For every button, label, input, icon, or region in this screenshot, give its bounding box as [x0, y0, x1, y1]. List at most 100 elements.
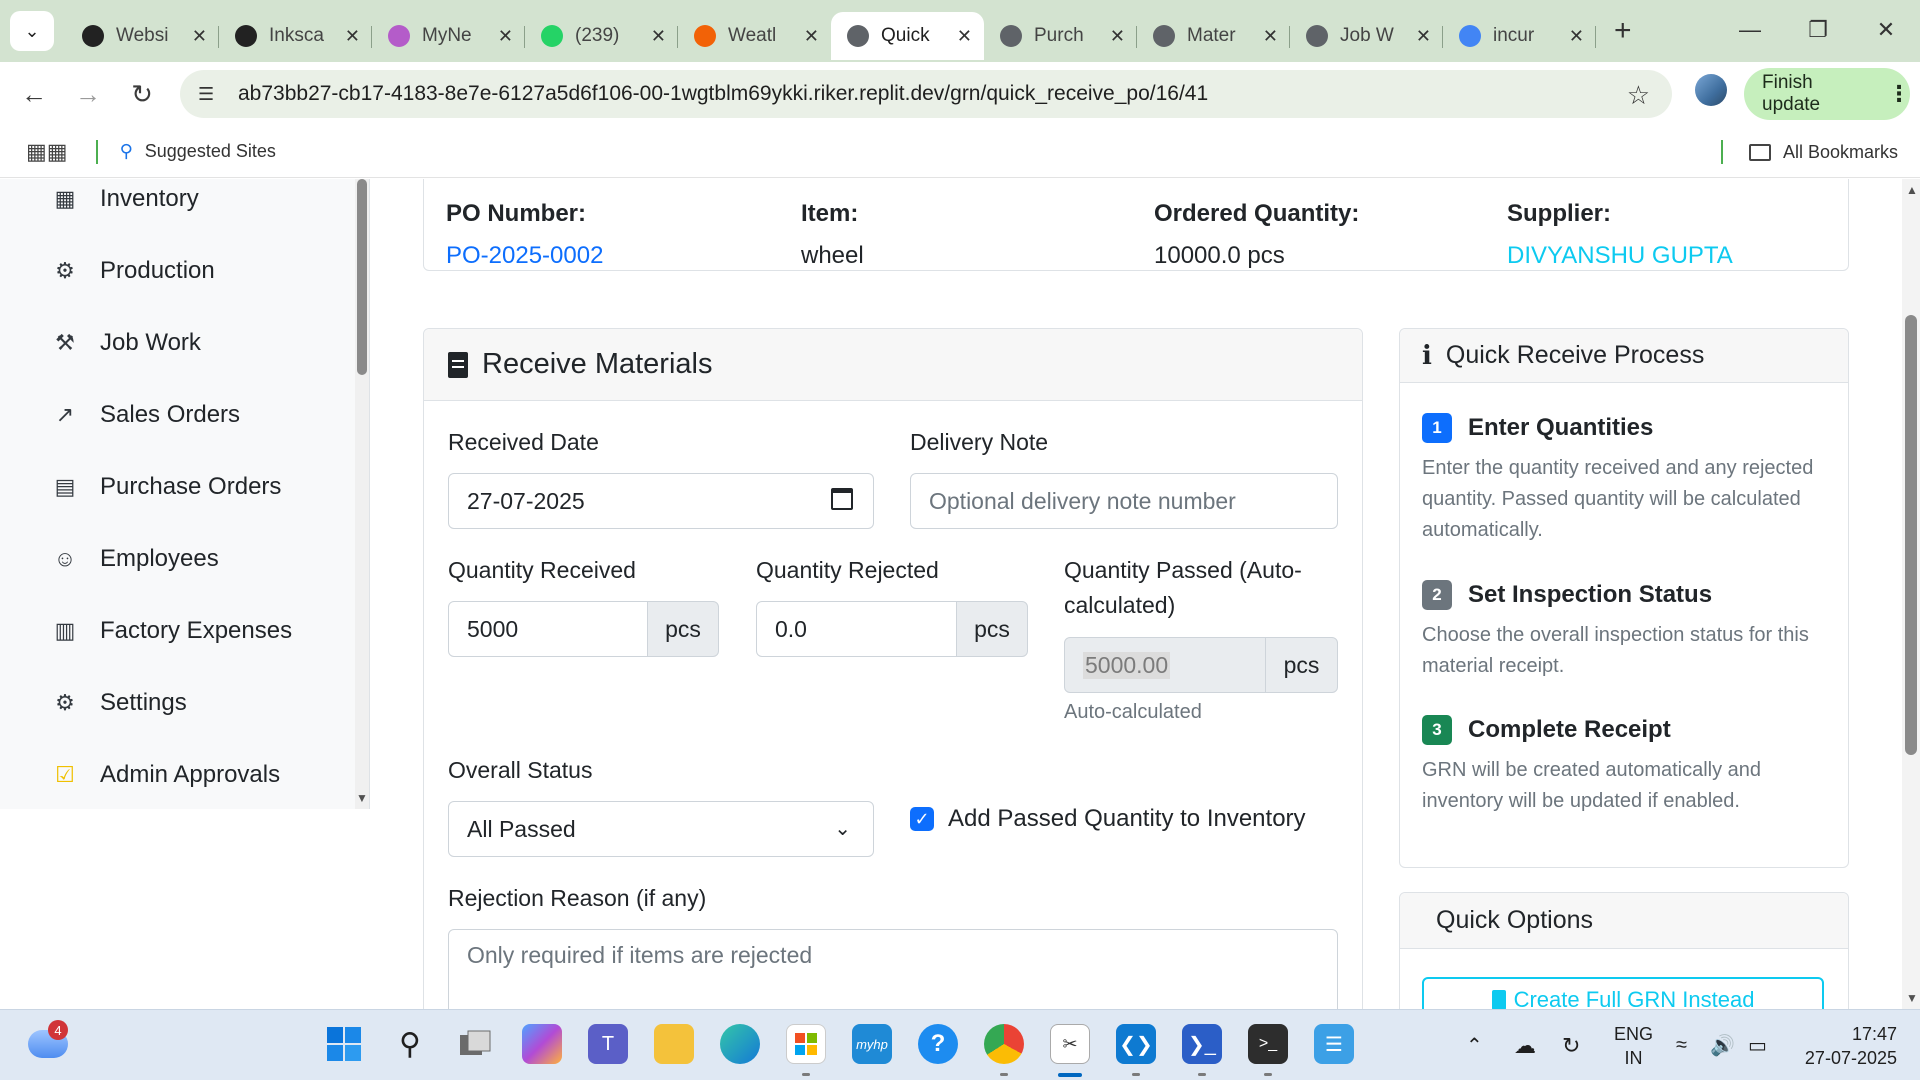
sidebar-scroll-thumb[interactable] [357, 179, 367, 375]
add-inventory-label[interactable]: Add Passed Quantity to Inventory [948, 805, 1306, 833]
scroll-down-arrow-icon[interactable]: ▼ [356, 791, 368, 805]
close-tab-icon[interactable]: ✕ [1416, 26, 1431, 47]
po-qty-field: Ordered Quantity: 10000.0 pcs [1154, 200, 1359, 270]
received-date-input[interactable]: 27-07-2025 [448, 473, 874, 529]
bookmark-star-icon[interactable]: ☆ [1627, 80, 1650, 111]
forward-button[interactable]: → [68, 74, 108, 114]
address-bar[interactable]: ☰ ab73bb27-cb17-4183-8e7e-6127a5d6f106-0… [180, 70, 1672, 118]
microsoft-store-icon[interactable] [786, 1024, 826, 1064]
sidebar-item-purchase-orders[interactable]: ▤ Purchase Orders [50, 467, 282, 507]
sidebar-item-employees[interactable]: ☺ Employees [50, 539, 219, 579]
copilot-icon[interactable] [522, 1024, 562, 1064]
terminal-icon[interactable]: >_ [1248, 1024, 1288, 1064]
po-supplier-link[interactable]: DIVYANSHU GUPTA [1507, 242, 1733, 270]
file-explorer-icon[interactable] [654, 1024, 694, 1064]
minimize-icon[interactable]: — [1716, 0, 1784, 60]
sidebar-item-inventory[interactable]: ▦ Inventory [50, 179, 199, 219]
profile-avatar[interactable] [1695, 74, 1727, 106]
edge-icon[interactable] [720, 1024, 760, 1064]
sidebar-item-sales-orders[interactable]: ↗ Sales Orders [50, 395, 240, 435]
restore-icon[interactable]: ❐ [1784, 0, 1852, 60]
process-step-description: GRN will be created automatically and in… [1422, 759, 1762, 812]
scroll-up-arrow-icon[interactable]: ▲ [1906, 183, 1918, 197]
wifi-icon[interactable]: ≈ [1676, 1010, 1687, 1080]
finish-update-button[interactable]: Finish update ⋮ [1744, 68, 1910, 120]
url-text[interactable]: ab73bb27-cb17-4183-8e7e-6127a5d6f106-00-… [238, 82, 1208, 106]
add-inventory-checkbox[interactable]: ✓ [910, 807, 934, 831]
browser-tab[interactable]: Weatl ✕ [678, 12, 831, 60]
delivery-note-input[interactable]: Optional delivery note number [910, 473, 1338, 529]
new-tab-button[interactable]: + [1614, 14, 1632, 48]
close-tab-icon[interactable]: ✕ [1110, 26, 1125, 47]
close-window-icon[interactable]: ✕ [1852, 0, 1920, 60]
reload-button[interactable]: ↻ [122, 74, 162, 114]
sidebar-item-admin-approvals[interactable]: ☑ Admin Approvals [50, 755, 280, 795]
chrome-icon[interactable] [984, 1024, 1024, 1064]
qty-received-input[interactable]: 5000 [448, 601, 648, 657]
all-bookmarks-button[interactable]: All Bookmarks [1720, 126, 1898, 178]
qty-rejected-input[interactable]: 0.0 [756, 601, 957, 657]
users-icon: ☺ [53, 546, 77, 571]
calendar-icon[interactable] [831, 488, 853, 510]
system-clock[interactable]: 17:47 27-07-2025 [1797, 1022, 1897, 1070]
vscode-icon[interactable]: ❮❯ [1116, 1024, 1156, 1064]
create-full-grn-button[interactable]: Create Full GRN Instead [1422, 977, 1824, 1009]
site-info-icon[interactable]: ☰ [198, 84, 220, 105]
rejection-reason-textarea[interactable]: Only required if items are rejected [448, 929, 1338, 1009]
task-view-icon[interactable] [456, 1024, 496, 1064]
volume-icon[interactable]: 🔊 [1710, 1010, 1735, 1080]
page-scroll-thumb[interactable] [1905, 315, 1917, 755]
close-tab-icon[interactable]: ✕ [345, 26, 360, 47]
browser-tab[interactable]: Job W ✕ [1290, 12, 1443, 60]
notepad-icon[interactable]: ☰ [1314, 1024, 1354, 1064]
apps-grid-icon[interactable]: ▦▦ [26, 139, 68, 165]
show-hidden-icons-icon[interactable]: ⌃ [1466, 1010, 1483, 1080]
suggested-sites-bookmark[interactable]: ⚲ Suggested Sites [120, 141, 276, 162]
browser-tab[interactable]: Quick ✕ [831, 12, 984, 60]
page-scrollbar[interactable]: ▲ ▼ [1902, 179, 1920, 1009]
search-icon[interactable]: ⚲ [390, 1024, 430, 1064]
close-tab-icon[interactable]: ✕ [192, 26, 207, 47]
po-number-link[interactable]: PO-2025-0002 [446, 242, 603, 270]
browser-tab[interactable]: Inksca ✕ [219, 12, 372, 60]
overall-status-select[interactable]: All Passed ⌄ [448, 801, 874, 857]
battery-icon[interactable]: ▭ [1748, 1010, 1767, 1080]
start-icon[interactable] [324, 1024, 364, 1064]
tab-search-button[interactable]: ⌄ [10, 11, 54, 51]
close-tab-icon[interactable]: ✕ [1263, 26, 1278, 47]
close-tab-icon[interactable]: ✕ [804, 26, 819, 47]
cogs-icon: ⚙ [55, 258, 75, 283]
finish-update-label: Finish update [1762, 72, 1821, 115]
back-button[interactable]: ← [14, 74, 54, 114]
sync-icon[interactable]: ↻ [1562, 1010, 1580, 1080]
browser-tab[interactable]: (239) ✕ [525, 12, 678, 60]
snipping-tool-icon[interactable]: ✂ [1050, 1024, 1090, 1064]
close-tab-icon[interactable]: ✕ [651, 26, 666, 47]
browser-tab[interactable]: Purch ✕ [984, 12, 1137, 60]
sidebar-item-settings[interactable]: ⚙ Settings [50, 683, 187, 723]
close-tab-icon[interactable]: ✕ [1569, 26, 1584, 47]
myhp-icon[interactable]: myhp [852, 1024, 892, 1064]
sidebar-item-factory-expenses[interactable]: ▥ Factory Expenses [50, 611, 293, 651]
qty-passed-value: 5000.00 [1083, 651, 1171, 679]
help-icon[interactable]: ? [918, 1024, 958, 1064]
scroll-down-arrow-icon[interactable]: ▼ [1906, 991, 1918, 1005]
whatsapp-icon [541, 25, 563, 47]
inkscape-icon [235, 25, 257, 47]
teams-icon[interactable]: T [588, 1024, 628, 1064]
browser-tab[interactable]: incur ✕ [1443, 12, 1596, 60]
close-tab-icon[interactable]: ✕ [498, 26, 513, 47]
onedrive-icon[interactable]: ☁ [1514, 1010, 1536, 1080]
sidebar-item-production[interactable]: ⚙ Production [50, 251, 215, 291]
sidebar-item-job-work[interactable]: ⚒ Job Work [50, 323, 201, 363]
windows-taskbar: 4 ⚲ T myhp ? ✂ ❮❯ ❯_ >_ ☰ ⌃ ☁ ↻ ENG IN ≈… [0, 1009, 1920, 1080]
language-indicator[interactable]: ENG IN [1614, 1022, 1653, 1070]
process-step-title: Set Inspection Status [1468, 581, 1713, 608]
sidebar-scrollbar[interactable]: ▼ [355, 179, 369, 809]
close-tab-icon[interactable]: ✕ [957, 26, 972, 47]
powershell-icon[interactable]: ❯_ [1182, 1024, 1222, 1064]
browser-tab[interactable]: Websi ✕ [66, 12, 219, 60]
browser-tab[interactable]: MyNe ✕ [372, 12, 525, 60]
qty-rejected-value: 0.0 [775, 615, 807, 642]
browser-tab[interactable]: Mater ✕ [1137, 12, 1290, 60]
